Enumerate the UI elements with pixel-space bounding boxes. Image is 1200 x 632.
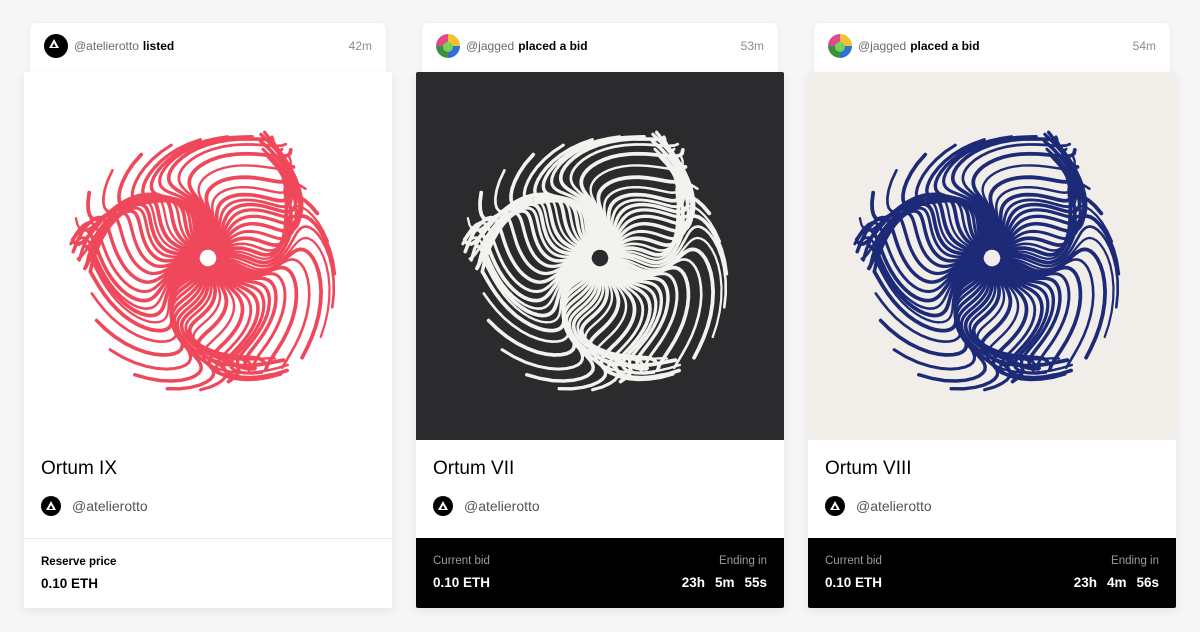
creator[interactable]: @atelierotto [433,496,540,516]
activity-time: 53m [740,39,764,53]
creator-name[interactable]: @atelierotto [856,498,932,514]
current-bid-label: Current bid [825,555,882,567]
activity-action: placed a bid [518,39,588,53]
countdown-hours: 23h [681,575,705,590]
activity-user[interactable]: @jagged [858,39,906,53]
nft-card-column: @jagged placed a bid 53m Ortum VII @atel… [416,0,784,632]
nft-card[interactable]: Ortum VIII @atelierotto Current bid 0.10… [808,72,1176,608]
current-bid-value: 0.10 ETH [433,575,491,590]
reserve-price-label: Reserve price [41,556,117,568]
artwork-image[interactable] [808,72,1176,440]
artwork-title[interactable]: Ortum VII [433,458,514,480]
countdown-minutes: 4m [1106,575,1127,590]
activity-user[interactable]: @atelierotto [74,39,139,53]
nft-card-column: @atelierotto listed 42m Ortum IX @atelie… [24,0,392,632]
ending-in-label: Ending in [1111,555,1159,567]
colorful-avatar-icon [436,34,460,58]
artwork-title[interactable]: Ortum IX [41,458,117,480]
foundation-logo-icon [44,34,68,58]
foundation-logo-icon [825,496,845,516]
nft-card[interactable]: Ortum VII @atelierotto Current bid 0.10 … [416,72,784,608]
activity-time: 54m [1132,39,1156,53]
ending-in-label: Ending in [719,555,767,567]
activity-row: @atelierotto listed 42m [44,34,372,58]
creator[interactable]: @atelierotto [41,496,148,516]
activity-time: 42m [348,39,372,53]
foundation-logo-icon [41,496,61,516]
activity-row: @jagged placed a bid 54m [828,34,1156,58]
artwork-image[interactable] [416,72,784,440]
creator-name[interactable]: @atelierotto [72,498,148,514]
nft-card-column: @jagged placed a bid 54m Ortum VIII @ate… [808,0,1176,632]
current-bid-label: Current bid [433,555,490,567]
auction-footer: Current bid 0.10 ETH Ending in 23h 5m 55… [416,538,784,608]
countdown-timer: 23h 4m 56s [1074,575,1159,590]
activity-row: @jagged placed a bid 53m [436,34,764,58]
artwork-image[interactable] [24,72,392,440]
current-bid-value: 0.10 ETH [825,575,883,590]
auction-footer: Current bid 0.10 ETH Ending in 23h 4m 56… [808,538,1176,608]
nft-card[interactable]: Ortum IX @atelierotto Reserve price 0.10… [24,72,392,608]
countdown-seconds: 55s [744,575,767,590]
ortum-swirl-artwork [24,72,392,440]
countdown-seconds: 56s [1136,575,1159,590]
activity-action: listed [142,39,175,53]
price-footer: Reserve price 0.10 ETH [24,538,392,608]
reserve-price-value: 0.10 ETH [41,576,99,591]
countdown-hours: 23h [1073,575,1097,590]
artwork-title[interactable]: Ortum VIII [825,458,912,480]
activity-action: placed a bid [910,39,980,53]
ortum-swirl-artwork [416,72,784,440]
countdown-minutes: 5m [714,575,735,590]
creator[interactable]: @atelierotto [825,496,932,516]
activity-user[interactable]: @jagged [466,39,514,53]
creator-name[interactable]: @atelierotto [464,498,540,514]
countdown-timer: 23h 5m 55s [682,575,767,590]
foundation-logo-icon [433,496,453,516]
colorful-avatar-icon [828,34,852,58]
ortum-swirl-artwork [808,72,1176,440]
